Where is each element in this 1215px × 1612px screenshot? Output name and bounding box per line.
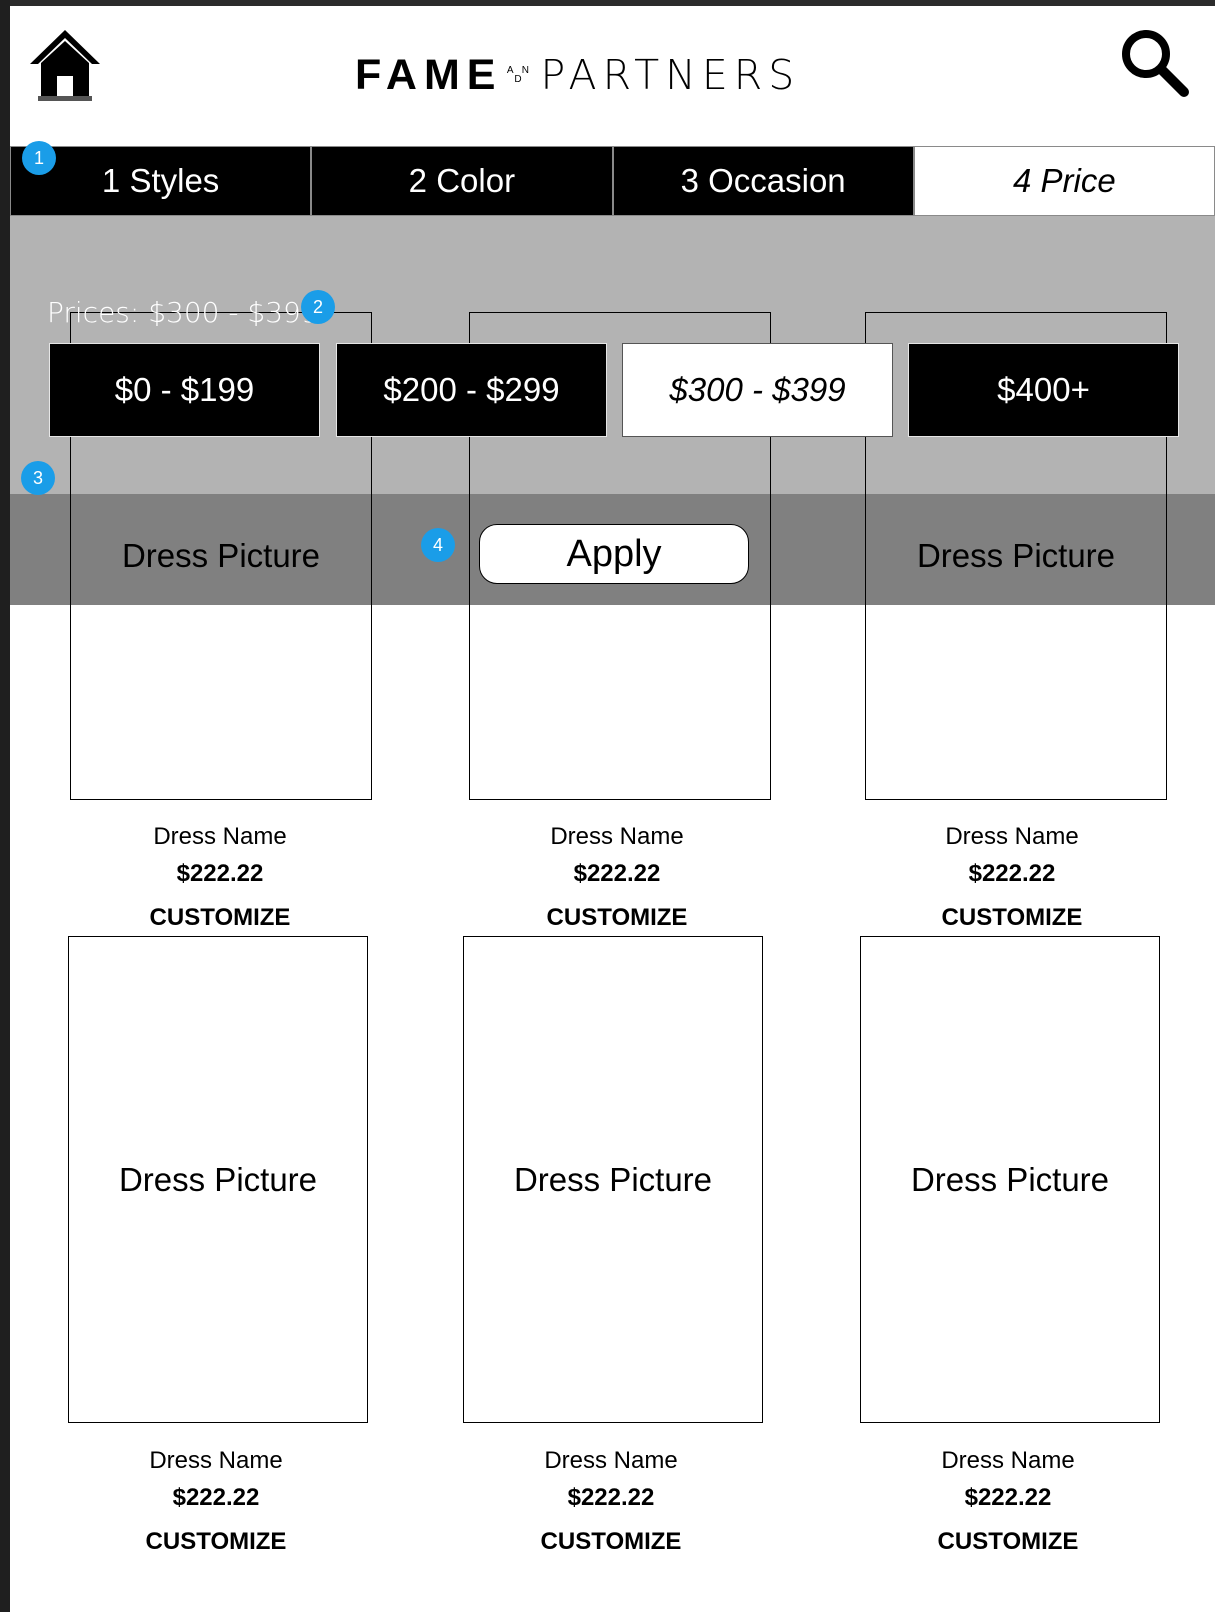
product-picture[interactable]: Dress Picture xyxy=(860,936,1160,1423)
product-price: $222.22 xyxy=(968,860,1056,887)
home-icon[interactable] xyxy=(28,26,102,102)
product-name[interactable]: Dress Name xyxy=(467,823,767,851)
price-option-200-299[interactable]: $200 - $299 xyxy=(336,343,607,437)
window-left-frame xyxy=(0,0,10,1612)
customize-link[interactable]: CUSTOMIZE xyxy=(467,904,767,932)
product-info: Dress Name $222.22 CUSTOMIZE xyxy=(467,823,767,932)
product-name[interactable]: Dress Name xyxy=(66,1447,366,1475)
product-picture-label: Dress Picture xyxy=(121,537,321,574)
product-name[interactable]: Dress Name xyxy=(461,1447,761,1475)
tab-color[interactable]: 2 Color xyxy=(311,146,613,216)
product-picture[interactable]: Dress Picture xyxy=(463,936,763,1423)
product-price: $222.22 xyxy=(573,860,661,887)
product-price: $222.22 xyxy=(176,860,264,887)
price-option-0-199[interactable]: $0 - $199 xyxy=(49,343,320,437)
product-picture-label: Dress Picture xyxy=(513,1160,713,1198)
customize-link[interactable]: CUSTOMIZE xyxy=(862,904,1162,932)
product-info: Dress Name $222.22 CUSTOMIZE xyxy=(858,1447,1158,1556)
product-price: $222.22 xyxy=(172,1484,260,1511)
product-picture-label: Dress Picture xyxy=(916,537,1116,574)
logo-fame: FAME xyxy=(355,50,503,99)
apply-button[interactable]: Apply xyxy=(479,524,749,584)
product-name[interactable]: Dress Name xyxy=(858,1447,1158,1475)
annotation-marker-3: 3 xyxy=(21,461,55,495)
annotation-marker-1: 1 xyxy=(22,141,56,175)
product-price: $222.22 xyxy=(964,1484,1052,1511)
product-name[interactable]: Dress Name xyxy=(862,823,1162,851)
annotation-marker-4: 4 xyxy=(421,528,455,562)
product-price: $222.22 xyxy=(567,1484,655,1511)
tab-occasion[interactable]: 3 Occasion xyxy=(612,146,914,216)
price-option-300-399[interactable]: $300 - $399 xyxy=(622,343,893,437)
customize-link[interactable]: CUSTOMIZE xyxy=(858,1528,1158,1556)
product-name[interactable]: Dress Name xyxy=(70,823,370,851)
brand-logo[interactable]: FAME A N D PARTNERS xyxy=(355,50,800,100)
product-picture-label: Dress Picture xyxy=(118,1160,318,1198)
product-info: Dress Name $222.22 CUSTOMIZE xyxy=(862,823,1162,932)
customize-link[interactable]: CUSTOMIZE xyxy=(66,1528,366,1556)
customize-link[interactable]: CUSTOMIZE xyxy=(461,1528,761,1556)
search-icon[interactable] xyxy=(1118,26,1190,98)
product-picture[interactable]: Dress Picture xyxy=(68,936,368,1423)
product-info: Dress Name $222.22 CUSTOMIZE xyxy=(461,1447,761,1556)
price-option-400-plus[interactable]: $400+ xyxy=(908,343,1179,437)
filter-steps-tabs: 1 Styles 2 Color 3 Occasion 4 Price xyxy=(10,146,1215,216)
logo-partners: PARTNERS xyxy=(540,51,801,99)
logo-and: A N D xyxy=(506,65,533,85)
selected-prices-label: Prices: $300 - $399 xyxy=(47,296,319,329)
product-info: Dress Name $222.22 CUSTOMIZE xyxy=(66,1447,366,1556)
customize-link[interactable]: CUSTOMIZE xyxy=(70,904,370,932)
product-picture-label: Dress Picture xyxy=(910,1160,1110,1198)
annotation-marker-2: 2 xyxy=(301,290,335,324)
tab-price[interactable]: 4 Price xyxy=(913,146,1215,216)
product-info: Dress Name $222.22 CUSTOMIZE xyxy=(70,823,370,932)
